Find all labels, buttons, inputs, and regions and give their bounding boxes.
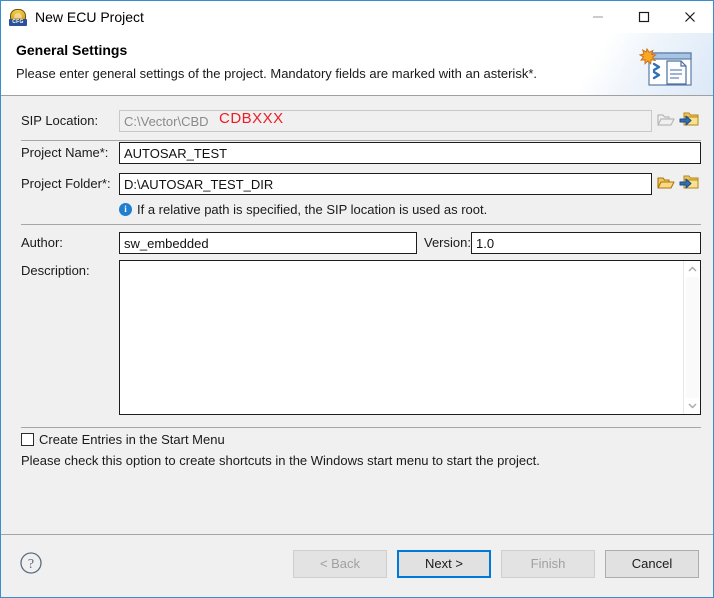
new-project-wizard-icon <box>638 47 692 86</box>
scroll-track[interactable] <box>685 277 699 398</box>
version-label: Version: <box>424 235 471 250</box>
close-icon <box>685 12 695 22</box>
window-controls <box>575 1 713 33</box>
project-folder-label-wrap: Project Folder*: <box>21 176 111 191</box>
version-input[interactable] <box>471 232 701 254</box>
relative-path-hint: i If a relative path is specified, the S… <box>119 202 487 217</box>
close-button[interactable] <box>667 1 713 33</box>
start-menu-checkbox-label: Create Entries in the Start Menu <box>39 432 225 447</box>
help-question-icon: ? <box>20 552 42 574</box>
page-subtitle: Please enter general settings of the pro… <box>16 66 537 81</box>
project-folder-input[interactable] <box>119 173 652 195</box>
sip-import-button <box>679 109 699 129</box>
description-scrollbar[interactable] <box>683 261 700 414</box>
new-ecu-project-dialog: CFG New ECU Project General Settings Ple… <box>0 0 714 598</box>
sip-location-input <box>119 110 652 132</box>
relative-path-hint-text: If a relative path is specified, the SIP… <box>137 202 488 217</box>
form-body: SIP Location: CDBXXX Project Name*: Proj… <box>1 96 713 534</box>
cancel-button[interactable]: Cancel <box>605 550 699 578</box>
dialog-footer: ? < Back Next > Finish Cancel <box>1 534 713 597</box>
description-box[interactable] <box>119 260 701 415</box>
start-menu-checkbox[interactable] <box>21 433 34 446</box>
start-menu-checkbox-row[interactable]: Create Entries in the Start Menu <box>21 432 225 447</box>
version-label-wrap: Version: <box>424 235 471 250</box>
folder-import-icon <box>679 175 699 189</box>
project-name-label: Project Name*: <box>21 145 109 160</box>
minimize-button[interactable] <box>575 1 621 33</box>
info-icon: i <box>119 203 132 216</box>
project-folder-label: Project Folder*: <box>21 176 111 191</box>
open-folder-icon <box>657 114 675 126</box>
sip-location-label-wrap: SIP Location: <box>21 113 98 128</box>
open-folder-icon <box>657 177 675 189</box>
project-name-label-wrap: Project Name*: <box>21 145 108 160</box>
page-title: General Settings <box>16 42 128 58</box>
chevron-down-icon[interactable] <box>684 398 700 414</box>
sip-location-label: SIP Location: <box>21 113 99 128</box>
project-folder-browse-button[interactable] <box>656 173 676 193</box>
folder-import-icon <box>679 112 699 126</box>
ecu-cfg-icon: CFG <box>9 8 27 26</box>
start-menu-hint-wrap: Please check this option to create short… <box>21 453 540 468</box>
minimize-icon <box>593 16 603 18</box>
project-folder-import-button[interactable] <box>679 172 699 192</box>
chevron-up-icon[interactable] <box>684 261 700 277</box>
sip-annotation: CDBXXX <box>219 110 284 127</box>
author-label: Author: <box>21 235 63 250</box>
description-label: Description: <box>21 263 90 278</box>
back-button: < Back <box>293 550 387 578</box>
description-label-wrap: Description: <box>21 263 90 278</box>
title-bar: CFG New ECU Project <box>1 1 713 33</box>
wizard-buttons: < Back Next > Finish Cancel <box>293 550 699 578</box>
wizard-header: General Settings Please enter general se… <box>1 33 713 96</box>
next-button[interactable]: Next > <box>397 550 491 578</box>
sip-row-separator <box>21 140 701 141</box>
help-button[interactable]: ? <box>19 551 43 575</box>
maximize-icon <box>638 11 650 23</box>
description-row-separator <box>21 427 701 428</box>
start-menu-hint: Please check this option to create short… <box>21 453 540 468</box>
author-label-wrap: Author: <box>21 235 63 250</box>
hint-row-separator <box>21 224 701 225</box>
author-input[interactable] <box>119 232 417 254</box>
svg-text:?: ? <box>28 557 34 572</box>
finish-button: Finish <box>501 550 595 578</box>
sip-browse-button <box>656 110 676 130</box>
maximize-button[interactable] <box>621 1 667 33</box>
project-name-input[interactable] <box>119 142 701 164</box>
window-title: New ECU Project <box>35 9 144 25</box>
description-input[interactable] <box>120 261 683 414</box>
